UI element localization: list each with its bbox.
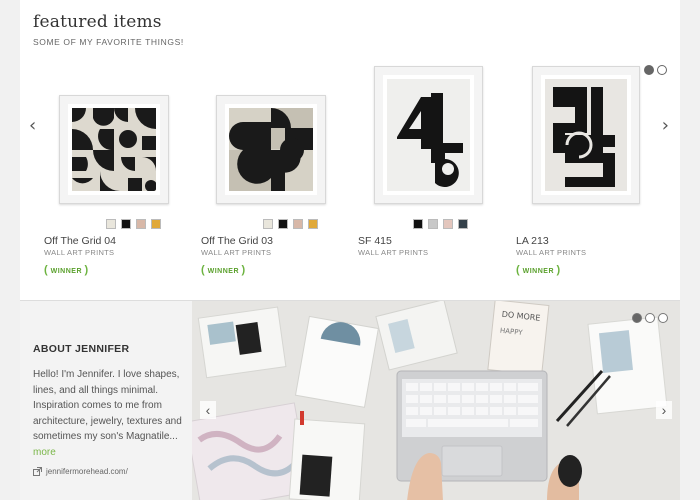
product-type: WALL ART PRINTS bbox=[516, 248, 587, 257]
about-body: Hello! I'm Jennifer. I love shapes, line… bbox=[33, 369, 182, 442]
carousel-dot-icon[interactable] bbox=[632, 313, 642, 323]
laurel-icon: ( bbox=[201, 264, 206, 276]
color-swatch[interactable] bbox=[308, 219, 318, 229]
color-swatches bbox=[106, 219, 161, 229]
color-swatch[interactable] bbox=[428, 219, 438, 229]
winner-badge: ( WINNER ) bbox=[201, 264, 246, 276]
photo-next-button[interactable]: › bbox=[656, 401, 672, 419]
about-title: ABOUT JENNIFER bbox=[33, 343, 130, 355]
left-margin bbox=[0, 0, 20, 500]
laurel-icon: ) bbox=[84, 264, 89, 276]
external-link-icon bbox=[33, 467, 42, 476]
laurel-icon: ( bbox=[44, 264, 49, 276]
product-type: WALL ART PRINTS bbox=[358, 248, 429, 257]
right-margin bbox=[680, 0, 700, 500]
color-swatch[interactable] bbox=[278, 219, 288, 229]
about-section: ABOUT JENNIFER Hello! I'm Jennifer. I lo… bbox=[20, 300, 680, 500]
laurel-icon: ) bbox=[241, 264, 246, 276]
product-artwork bbox=[229, 108, 313, 191]
laurel-icon: ( bbox=[516, 264, 521, 276]
color-swatch[interactable] bbox=[293, 219, 303, 229]
color-swatches bbox=[413, 219, 468, 229]
product-artwork bbox=[545, 79, 627, 191]
featured-prev-button[interactable]: ‹ bbox=[29, 115, 36, 136]
product-name[interactable]: SF 415 bbox=[358, 235, 498, 247]
workspace-photo: DO MORE HAPPY ‹ › bbox=[192, 301, 680, 500]
color-swatch[interactable] bbox=[121, 219, 131, 229]
about-text: Hello! I'm Jennifer. I love shapes, line… bbox=[33, 367, 183, 460]
more-link[interactable]: more bbox=[33, 447, 56, 458]
featured-next-button[interactable]: › bbox=[662, 115, 669, 136]
website-link[interactable]: jennifermorehead.com/ bbox=[33, 467, 128, 476]
product-name[interactable]: Off The Grid 03 bbox=[201, 235, 341, 247]
laurel-icon: ) bbox=[556, 264, 561, 276]
carousel-dot-icon[interactable] bbox=[658, 313, 668, 323]
product-type: WALL ART PRINTS bbox=[44, 248, 115, 257]
workspace-photo-image: DO MORE HAPPY bbox=[192, 301, 680, 500]
featured-subtitle: SOME OF MY FAVORITE THINGS! bbox=[33, 37, 184, 47]
product-frame[interactable] bbox=[374, 66, 483, 204]
winner-badge: ( WINNER ) bbox=[516, 264, 561, 276]
product-name[interactable]: Off The Grid 04 bbox=[44, 235, 184, 247]
color-swatch[interactable] bbox=[443, 219, 453, 229]
website-link-text[interactable]: jennifermorehead.com/ bbox=[46, 467, 128, 476]
color-swatch[interactable] bbox=[458, 219, 468, 229]
product-frame[interactable] bbox=[216, 95, 326, 204]
product-artwork bbox=[387, 79, 470, 191]
color-swatch[interactable] bbox=[151, 219, 161, 229]
featured-title: featured items bbox=[33, 12, 162, 32]
color-swatches bbox=[263, 219, 318, 229]
product-frame[interactable] bbox=[59, 95, 169, 204]
page: featured items SOME OF MY FAVORITE THING… bbox=[20, 0, 680, 500]
product-artwork bbox=[72, 108, 156, 191]
featured-carousel-dots bbox=[644, 65, 667, 75]
product-type: WALL ART PRINTS bbox=[201, 248, 272, 257]
color-swatch[interactable] bbox=[263, 219, 273, 229]
carousel-dot-icon[interactable] bbox=[645, 313, 655, 323]
carousel-dot-icon[interactable] bbox=[644, 65, 654, 75]
product-name[interactable]: LA 213 bbox=[516, 235, 656, 247]
photo-prev-button[interactable]: ‹ bbox=[200, 401, 216, 419]
photo-carousel-dots bbox=[632, 313, 668, 323]
carousel-dot-icon[interactable] bbox=[657, 65, 667, 75]
winner-badge: ( WINNER ) bbox=[44, 264, 89, 276]
color-swatch[interactable] bbox=[413, 219, 423, 229]
color-swatch[interactable] bbox=[106, 219, 116, 229]
color-swatch[interactable] bbox=[136, 219, 146, 229]
product-frame[interactable] bbox=[532, 66, 640, 204]
about-panel: ABOUT JENNIFER Hello! I'm Jennifer. I lo… bbox=[20, 301, 192, 500]
